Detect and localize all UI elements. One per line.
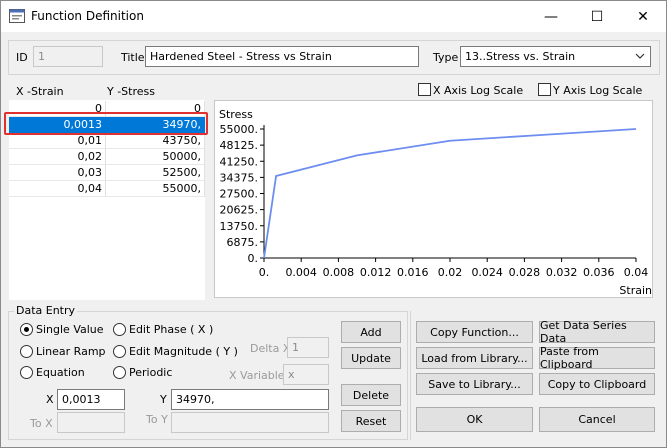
equation-radio[interactable]	[20, 366, 33, 379]
column-header-y[interactable]: Y -Stress	[107, 85, 155, 98]
x-tick-label: 0.024	[471, 266, 503, 279]
table-cell-x[interactable]: 0,02	[9, 149, 106, 165]
x-tick-label: 0.004	[285, 266, 317, 279]
close-icon: ✕	[637, 8, 649, 25]
paste-from-clipboard-button[interactable]: Paste from Clipboard	[539, 345, 655, 371]
title-field[interactable]: Hardened Steel - Stress vs Strain	[145, 46, 419, 67]
y-tick-label: 41250.	[220, 155, 259, 168]
window-icon	[9, 9, 25, 23]
type-label: Type	[433, 51, 459, 64]
close-button[interactable]: ✕	[620, 1, 666, 32]
minimize-button[interactable]: —	[528, 1, 574, 32]
table-cell-y[interactable]: 55000,	[106, 181, 205, 197]
type-select[interactable]: 13..Stress vs. Strain	[460, 46, 651, 67]
x-tick-label: 0.	[259, 266, 270, 279]
maximize-icon: ☐	[590, 8, 604, 25]
x-value-label: X	[46, 393, 54, 406]
x-tick-label: 0.032	[546, 266, 578, 279]
y-tick-label: 20625.	[220, 204, 259, 217]
type-select-value: 13..Stress vs. Strain	[465, 50, 576, 63]
get-data-series-button[interactable]: Get Data Series Data	[539, 319, 655, 345]
x-tick-label: 0.04	[624, 266, 649, 279]
table-cell-y[interactable]: 43750,	[106, 133, 205, 149]
y-tick-label: 0.	[248, 252, 259, 265]
linear-ramp-label[interactable]: Linear Ramp	[36, 345, 106, 358]
single-value-label[interactable]: Single Value	[36, 323, 104, 336]
maximize-button[interactable]: ☐	[574, 1, 620, 32]
table-cell-x[interactable]: 0,03	[9, 165, 106, 181]
table-row[interactable]: 0,02 50000,	[9, 149, 205, 165]
update-button[interactable]: Update	[341, 347, 401, 369]
linear-ramp-radio[interactable]	[20, 345, 33, 358]
delete-button[interactable]: Delete	[341, 384, 401, 406]
edit-magnitude-radio[interactable]	[113, 345, 126, 358]
table-cell-x[interactable]: 0,04	[9, 181, 106, 197]
y-log-scale-label[interactable]: Y Axis Log Scale	[553, 84, 642, 97]
x-tick-label: 0.02	[438, 266, 463, 279]
reset-button[interactable]: Reset	[341, 410, 401, 432]
table-cell-y[interactable]: 52500,	[106, 165, 205, 181]
function-chart: Stress Strain 55000. 48125. 41250. 34375. 2750…	[214, 100, 653, 298]
x-tick-label: 0.036	[583, 266, 615, 279]
x-axis-label: Strain	[619, 284, 652, 297]
y-tick-label: 34375.	[220, 171, 259, 184]
x-tick-label: 0.016	[397, 266, 429, 279]
id-field: 1	[33, 46, 103, 67]
edit-magnitude-label[interactable]: Edit Magnitude ( Y )	[129, 345, 238, 358]
table-row[interactable]: 0,01 43750,	[9, 133, 205, 149]
edit-phase-label[interactable]: Edit Phase ( X )	[129, 323, 213, 336]
function-definition-window: Function Definition — ☐ ✕ ID 1 Title Har…	[0, 0, 667, 448]
y-tick-label: 13750.	[220, 220, 259, 233]
save-to-library-button[interactable]: Save to Library...	[416, 373, 533, 395]
cancel-button[interactable]: Cancel	[539, 407, 655, 432]
ok-button[interactable]: OK	[416, 407, 533, 432]
x-tick-label: 0.028	[509, 266, 541, 279]
chevron-down-icon[interactable]	[635, 53, 645, 60]
x-tick-label: 0.008	[323, 266, 355, 279]
minimize-icon: —	[544, 8, 558, 25]
to-x-field	[57, 412, 125, 433]
x-log-scale-label[interactable]: X Axis Log Scale	[433, 84, 523, 97]
periodic-label[interactable]: Periodic	[129, 366, 172, 379]
to-y-field	[171, 412, 329, 433]
data-entry-legend: Data Entry	[14, 304, 78, 317]
y-tick-label: 27500.	[220, 188, 259, 201]
periodic-radio[interactable]	[113, 366, 126, 379]
load-from-library-button[interactable]: Load from Library...	[416, 347, 533, 369]
x-variable-label: X Variable	[229, 369, 285, 382]
chart-svg: Stress Strain 55000. 48125. 41250. 34375. 2750…	[219, 108, 652, 297]
to-x-label: To X	[30, 417, 53, 430]
y-value-field[interactable]: 34970,	[171, 389, 329, 410]
edit-phase-radio[interactable]	[113, 323, 126, 336]
column-header-x[interactable]: X -Strain	[16, 85, 64, 98]
x-log-scale-checkbox[interactable]	[418, 83, 431, 96]
y-log-scale-checkbox[interactable]	[538, 83, 551, 96]
add-button[interactable]: Add	[341, 321, 401, 343]
x-tick-label: 0.012	[360, 266, 392, 279]
copy-to-clipboard-button[interactable]: Copy to Clipboard	[539, 373, 655, 395]
selection-highlight	[4, 112, 208, 135]
window-title: Function Definition	[31, 9, 144, 23]
y-tick-label: 48125.	[220, 139, 259, 152]
title-bar[interactable]: Function Definition — ☐ ✕	[1, 1, 666, 32]
y-tick-label: 6875.	[227, 236, 259, 249]
y-tick-label: 55000.	[220, 123, 259, 136]
x-value-field[interactable]: 0,0013	[57, 389, 125, 410]
id-label: ID	[16, 51, 28, 64]
table-cell-y[interactable]: 50000,	[106, 149, 205, 165]
table-cell-x[interactable]: 0,01	[9, 133, 106, 149]
delta-x-label: Delta X	[250, 342, 291, 355]
title-label: Title	[121, 51, 145, 64]
to-y-label: To Y	[146, 413, 168, 426]
stress-strain-series-line	[263, 128, 637, 259]
equation-label[interactable]: Equation	[36, 366, 85, 379]
y-value-label: Y	[160, 393, 167, 406]
table-row[interactable]: 0,03 52500,	[9, 165, 205, 181]
delta-x-field: 1	[287, 337, 329, 358]
copy-function-button[interactable]: Copy Function...	[416, 321, 533, 343]
x-variable-field: x	[283, 364, 329, 385]
single-value-radio[interactable]	[20, 323, 33, 336]
table-row[interactable]: 0,04 55000,	[9, 181, 205, 197]
y-axis-label: Stress	[219, 108, 253, 121]
